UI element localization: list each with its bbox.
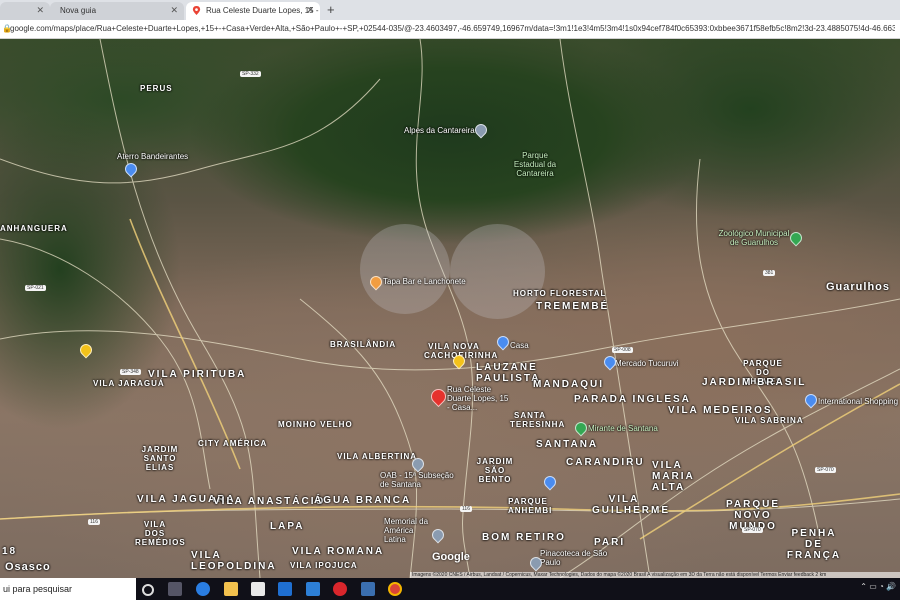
map-label[interactable]: Memorial da América Latina xyxy=(384,517,434,544)
map-label[interactable]: VILA SABRINA xyxy=(735,416,804,425)
map-label[interactable]: Zoológico Municipal de Guarulhos xyxy=(718,229,790,247)
map-label[interactable]: CITY AMÉRICA xyxy=(198,439,267,448)
map-label[interactable]: VILA MARIA ALTA xyxy=(652,460,712,493)
app-red-icon[interactable] xyxy=(333,582,347,596)
chrome-icon[interactable] xyxy=(388,582,402,596)
store-icon[interactable] xyxy=(251,582,265,596)
map-label[interactable]: ÁGUA BRANCA xyxy=(314,495,411,506)
map-label[interactable]: LAPA xyxy=(270,521,304,532)
map-label[interactable]: CARANDIRU xyxy=(566,457,645,468)
task-view-icon[interactable] xyxy=(168,582,182,596)
map-label[interactable]: JARDIM BRASIL xyxy=(702,377,806,388)
tab-nova-guia-2[interactable]: Nova guia ✕ xyxy=(50,2,184,20)
app-blue-icon[interactable] xyxy=(361,582,375,596)
map-label[interactable]: OAB - 15ª Subseção de Santana xyxy=(380,471,460,489)
map-label[interactable]: Pinacoteca de São Paulo xyxy=(540,549,610,567)
road-shield: SP-021 xyxy=(25,285,46,291)
mail-icon[interactable] xyxy=(278,582,292,596)
map-label[interactable]: VILA ANASTÁCIO xyxy=(213,496,325,507)
road-shield: 116 xyxy=(460,506,472,512)
map-label[interactable]: Mirante de Santana xyxy=(588,424,658,433)
map-label[interactable]: LAUZANE PAULISTA xyxy=(476,362,539,384)
map-label[interactable]: VILA DOS REMÉDIOS xyxy=(135,520,185,547)
search-placeholder: ui para pesquisar xyxy=(3,584,73,594)
google-maps-pin-icon xyxy=(192,6,201,15)
file-explorer-icon[interactable] xyxy=(224,582,238,596)
road-shield: SP-070 xyxy=(815,467,836,473)
map-label[interactable]: ANHANGUERA xyxy=(0,224,68,233)
map-label[interactable]: International Shopping xyxy=(818,397,898,406)
map-label[interactable]: BRASILÂNDIA xyxy=(330,340,396,349)
close-icon[interactable]: ✕ xyxy=(36,5,44,16)
map-label[interactable]: PARADA INGLESA xyxy=(574,394,691,405)
address-bar[interactable]: 🔒 google.com/maps/place/Rua+Celeste+Duar… xyxy=(0,20,900,39)
tab-label: Nova guia xyxy=(60,6,97,15)
map-label[interactable]: Aterro Bandeirantes xyxy=(117,152,188,161)
google-logo: Google xyxy=(432,551,470,563)
map-label[interactable]: Parque Estadual da Cantareira xyxy=(510,151,560,178)
map-label[interactable]: PARQUE ANHEMBI xyxy=(508,497,551,515)
map-label[interactable]: MANDAQUI xyxy=(533,379,604,390)
road-shield: 116 xyxy=(88,519,100,525)
road-shield: 381 xyxy=(763,270,776,276)
map-label[interactable]: SANTA TERESINHA xyxy=(510,411,564,429)
map-label[interactable]: Osasco xyxy=(5,561,51,573)
browser-tab-bar: ✕ Nova guia ✕ Rua Celeste Duarte Lopes, … xyxy=(0,0,900,20)
windows-taskbar: ui para pesquisar ⌃ ▭ ◔ 🔊 xyxy=(0,578,900,600)
map-label[interactable]: VILA LEOPOLDINA xyxy=(191,550,275,572)
map-label[interactable]: BOM RETIRO xyxy=(482,532,566,543)
map-label[interactable]: Rua Celeste Duarte Lopes, 15 - Casa... xyxy=(447,385,513,412)
map-label[interactable]: VILA IPOJUCA xyxy=(290,561,358,570)
cortana-icon[interactable] xyxy=(142,584,154,596)
new-tab-button[interactable]: + xyxy=(327,2,335,17)
satellite-map[interactable]: PERUS Alpes da Cantareira Parque Estadua… xyxy=(0,39,900,578)
system-tray[interactable]: ⌃ ▭ ◔ 🔊 xyxy=(860,582,896,591)
map-label[interactable]: VILA MEDEIROS xyxy=(668,405,773,416)
road-shield: SP-332 xyxy=(240,71,261,77)
road-shield: SP-348 xyxy=(120,369,141,375)
map-label[interactable]: VILA ROMANA xyxy=(292,546,384,557)
selection-halo xyxy=(450,224,545,319)
map-label[interactable]: MOINHO VELHO xyxy=(278,420,353,429)
road-shield: SP-070 xyxy=(742,527,763,533)
edge-icon[interactable] xyxy=(196,582,210,596)
map-roads xyxy=(0,39,900,578)
road-shield: SP-008 xyxy=(612,347,633,353)
map-label[interactable]: TREMEMBÉ xyxy=(536,301,609,312)
taskbar-search-input[interactable]: ui para pesquisar xyxy=(0,578,136,600)
media-player-icon[interactable] xyxy=(306,582,320,596)
map-label[interactable]: PARI xyxy=(594,537,625,548)
map-label[interactable]: Guarulhos xyxy=(826,281,890,293)
map-label[interactable]: Mercado Tucuruvi xyxy=(615,359,679,368)
map-label[interactable]: VILA JARAGUÁ xyxy=(93,379,165,388)
close-icon[interactable]: ✕ xyxy=(170,5,178,16)
tab-nova-guia-1[interactable]: ✕ xyxy=(0,2,50,20)
map-label[interactable]: VILA GUILHERME xyxy=(592,494,668,516)
map-label[interactable]: PENHA DE FRANÇA xyxy=(784,528,844,561)
map-label[interactable]: HORTO FLORESTAL xyxy=(513,289,606,298)
map-label[interactable]: SANTANA xyxy=(536,439,598,450)
selection-halo xyxy=(360,224,450,314)
url-text[interactable]: google.com/maps/place/Rua+Celeste+Duarte… xyxy=(10,24,895,33)
map-label[interactable]: Alpes da Cantareira xyxy=(404,126,475,135)
map-label[interactable]: VILA ALBERTINA xyxy=(337,452,417,461)
map-label[interactable]: Casa xyxy=(510,341,529,350)
tab-label: Rua Celeste Duarte Lopes, 15 - C... xyxy=(206,6,320,15)
map-label[interactable]: Tapa Bar e Lanchonete xyxy=(383,277,466,286)
close-icon[interactable]: ✕ xyxy=(306,5,314,16)
map-label[interactable]: 18 xyxy=(2,546,17,557)
tab-google-maps[interactable]: Rua Celeste Duarte Lopes, 15 - C... ✕ xyxy=(186,2,320,20)
map-label[interactable]: JARDIM SANTO ELIAS xyxy=(140,445,180,472)
map-label[interactable]: PERUS xyxy=(140,84,173,93)
map-label[interactable]: JARDIM SÃO BENTO xyxy=(475,457,515,484)
